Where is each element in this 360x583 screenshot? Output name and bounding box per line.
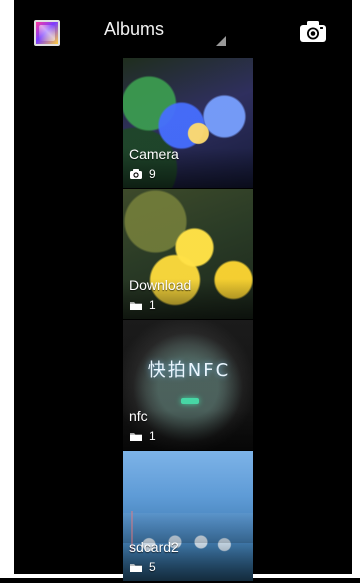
album-name: Camera [129, 146, 179, 162]
album-meta: 5 [129, 559, 156, 575]
top-action-bar: Albums [14, 0, 352, 62]
album-count: 9 [149, 167, 156, 181]
album-tile[interactable]: 快拍NFC nfc 1 [123, 320, 253, 452]
album-name: sdcard2 [129, 539, 179, 555]
dropdown-caret-icon[interactable] [216, 36, 226, 46]
camera-button[interactable] [298, 18, 328, 44]
album-tile[interactable]: Camera 9 [123, 58, 253, 190]
gallery-icon[interactable] [34, 20, 60, 46]
album-count: 1 [149, 298, 156, 312]
camera-icon [300, 21, 326, 42]
album-grid: Camera 9 Download 1 快拍NFC nfc 1 sdcard2 … [123, 58, 253, 583]
album-name: Download [129, 277, 192, 293]
album-tile[interactable]: Download 1 [123, 189, 253, 321]
album-meta: 1 [129, 297, 156, 313]
thumbnail-text: 快拍NFC [147, 360, 231, 381]
folder-icon [130, 302, 142, 310]
albums-title[interactable]: Albums [104, 18, 164, 40]
folder-icon [130, 564, 142, 572]
album-meta: 1 [129, 428, 156, 444]
album-name: nfc [129, 408, 148, 424]
album-meta: 9 [129, 166, 156, 182]
thumbnail-glow [181, 398, 199, 404]
camera-icon [130, 169, 142, 179]
folder-icon [130, 433, 142, 441]
album-count: 5 [149, 560, 156, 574]
album-tile[interactable]: sdcard2 5 [123, 451, 253, 583]
album-count: 1 [149, 429, 156, 443]
